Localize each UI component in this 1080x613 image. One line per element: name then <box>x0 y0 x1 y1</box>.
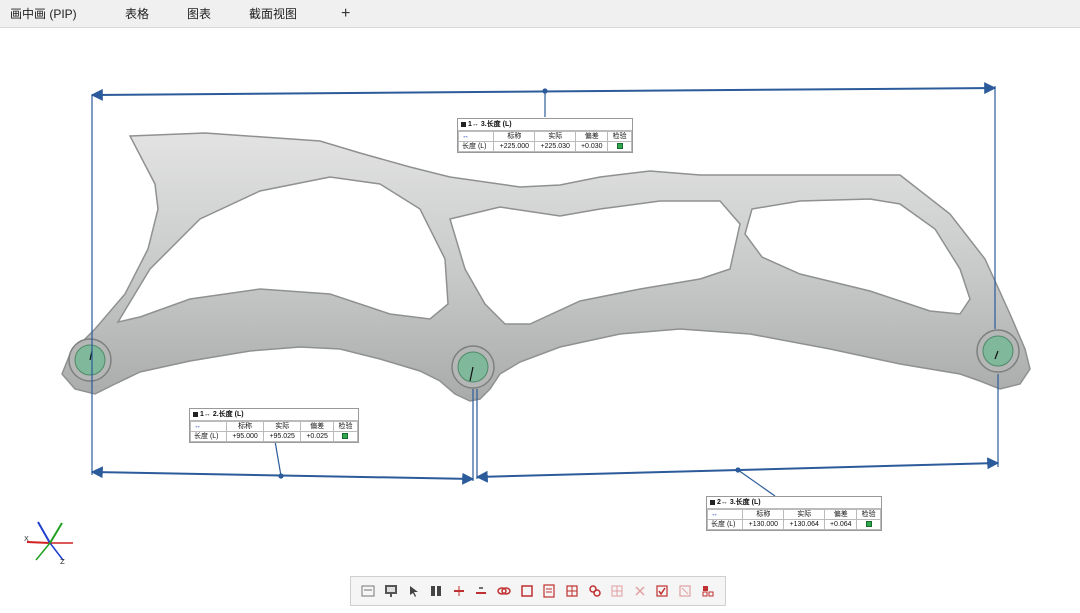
pass-status-icon <box>865 521 872 528</box>
properties-icon[interactable] <box>360 583 376 599</box>
header-check: 检验 <box>856 509 881 520</box>
deviation-value: +0.030 <box>575 141 609 152</box>
feature-icon <box>710 499 715 505</box>
nominal-value: +225.000 <box>493 141 536 152</box>
label-title: 2↔ 3.长度 (L) <box>717 499 761 506</box>
expand-icon[interactable]: ↔ <box>711 511 718 518</box>
axis-triad: X Z <box>24 521 73 566</box>
hole-3 <box>976 329 1020 373</box>
header-nominal: 标称 <box>742 509 785 520</box>
actual-value: +95.025 <box>263 431 302 442</box>
nominal-value: +130.000 <box>742 519 785 530</box>
measurement-label-2-3[interactable]: 2↔ 3.长度 (L) ↔ 标称 实际 偏差 检验 长度 (L) +130.00… <box>706 496 882 531</box>
tab-bar: 画中画 (PIP) 表格 图表 截面视图 + <box>0 0 1080 28</box>
row-name: 长度 (L) <box>457 141 495 152</box>
header-deviation: 偏差 <box>575 131 609 142</box>
header-actual: 实际 <box>783 509 826 520</box>
header-deviation: 偏差 <box>300 421 334 432</box>
header-actual: 实际 <box>534 131 577 142</box>
header-nominal: 标称 <box>225 421 265 432</box>
header-deviation: 偏差 <box>824 509 858 520</box>
feature-icon <box>461 121 466 127</box>
bottom-toolbar <box>350 576 726 606</box>
label-title: 1↔ 2.长度 (L) <box>200 411 244 418</box>
monitor-icon[interactable] <box>383 583 399 599</box>
deviation-value: +0.064 <box>824 519 858 530</box>
measurement-label-1-2[interactable]: 1↔ 2.长度 (L) ↔ 标称 实际 偏差 检验 长度 (L) +95.000… <box>189 408 359 443</box>
report-icon[interactable] <box>541 583 557 599</box>
deviation-value: +0.025 <box>300 431 334 442</box>
tab-section-view[interactable]: 截面视图 <box>239 0 331 28</box>
settings-icon[interactable] <box>700 583 716 599</box>
tab-table[interactable]: 表格 <box>115 0 177 28</box>
header-actual: 实际 <box>263 421 302 432</box>
hole-2 <box>451 345 495 389</box>
measure-icon[interactable] <box>473 583 489 599</box>
header-nominal: 标称 <box>493 131 536 142</box>
label-table: ↔ 标称 实际 偏差 检验 长度 (L) +95.000 +95.025 +0.… <box>190 421 359 442</box>
dimension-2-3[interactable] <box>475 374 1000 497</box>
viewport-canvas[interactable]: X Z <box>0 29 1080 608</box>
skate-frame-part <box>61 132 1031 402</box>
row-name: 长度 (L) <box>706 519 744 530</box>
dimension-icon[interactable] <box>451 583 467 599</box>
label-table: ↔ 标称 实际 偏差 检验 长度 (L) +225.000 +225.030 +… <box>457 131 632 152</box>
3d-viewport[interactable]: X Z 1↔ 3.长度 (L) ↔ 标称 实际 偏差 检验 长度 (L) +22… <box>0 29 1080 608</box>
expand-icon[interactable]: ↔ <box>194 423 201 430</box>
label-table: ↔ 标称 实际 偏差 检验 长度 (L) +130.000 +130.064 +… <box>706 509 881 530</box>
check-icon[interactable] <box>654 583 670 599</box>
add-tab-button[interactable]: + <box>331 0 361 28</box>
header-check: 检验 <box>332 421 359 432</box>
pass-status-icon <box>342 433 349 440</box>
measurement-label-1-3[interactable]: 1↔ 3.长度 (L) ↔ 标称 实际 偏差 检验 长度 (L) +225.00… <box>457 118 633 153</box>
hole-1 <box>68 338 112 382</box>
actual-value: +130.064 <box>783 519 826 530</box>
link-icon[interactable] <box>496 583 512 599</box>
axis-x-label: X <box>24 535 29 543</box>
actual-value: +225.030 <box>534 141 577 152</box>
split-view-icon[interactable] <box>428 583 444 599</box>
axis-z-label: Z <box>60 558 65 566</box>
nominal-value: +95.000 <box>225 431 265 442</box>
table-icon[interactable] <box>564 583 580 599</box>
header-check: 检验 <box>607 131 632 142</box>
cancel-icon[interactable] <box>677 583 693 599</box>
close-x-icon[interactable] <box>632 583 648 599</box>
row-name: 长度 (L) <box>190 431 227 442</box>
expand-icon[interactable]: ↔ <box>462 133 469 140</box>
tab-pip[interactable]: 画中画 (PIP) <box>0 0 115 28</box>
tab-chart[interactable]: 图表 <box>177 0 239 28</box>
feature-icon <box>193 411 198 417</box>
square-icon[interactable] <box>519 583 535 599</box>
label-title: 1↔ 3.长度 (L) <box>468 121 512 128</box>
chain-icon[interactable] <box>587 583 603 599</box>
grid-icon[interactable] <box>609 583 625 599</box>
pass-status-icon <box>616 143 623 150</box>
select-icon[interactable] <box>406 583 422 599</box>
